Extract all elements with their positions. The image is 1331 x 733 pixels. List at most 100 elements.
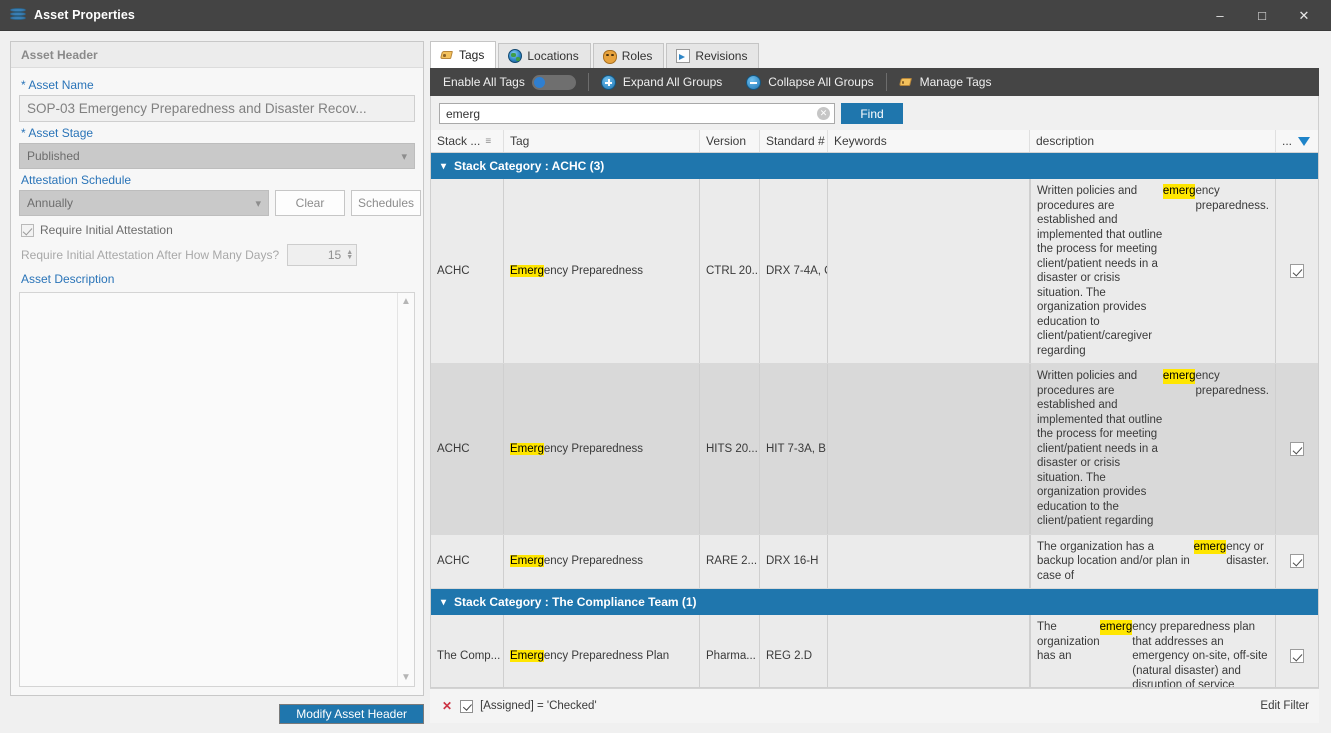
table-row[interactable]: ACHC Emerg ency Preparedness HITS 20... HIT …	[431, 364, 1318, 535]
tab-roles[interactable]: Roles	[592, 43, 665, 68]
cell-assigned-checkbox[interactable]	[1276, 364, 1318, 534]
attestation-days-value: 15	[327, 248, 342, 262]
cell-tag: Emerg ency Preparedness	[504, 534, 700, 588]
asset-stage-label-text: Asset Stage	[28, 126, 94, 140]
chevron-down-icon[interactable]: ▾	[441, 597, 446, 608]
schedules-button[interactable]: Schedules	[351, 190, 421, 216]
filter-icon[interactable]	[1298, 136, 1310, 146]
filter-expression: [Assigned] = 'Checked'	[480, 700, 597, 712]
chevron-down-icon[interactable]: ▾	[441, 161, 446, 172]
tags-grid: Stack ... ≡ Tag Version Standard # Keywo…	[430, 130, 1319, 688]
scroll-down-icon[interactable]: ▼	[401, 672, 411, 683]
grid-header-row: Stack ... ≡ Tag Version Standard # Keywo…	[431, 130, 1318, 153]
asset-header-groupbox: Asset Header * Asset Name SOP-03 Emergen…	[10, 41, 424, 696]
cell-keywords	[828, 364, 1030, 534]
cell-assigned-checkbox[interactable]	[1276, 615, 1318, 687]
column-header-assigned[interactable]: ...	[1276, 130, 1318, 152]
attestation-days-row: Require Initial Attestation After How Ma…	[19, 240, 415, 268]
column-header-stack[interactable]: Stack ... ≡	[431, 130, 504, 152]
collapse-all-groups-button[interactable]: Collapse All Groups	[734, 68, 885, 96]
mask-icon	[602, 49, 617, 64]
enable-all-tags-toggle[interactable]: Enable All Tags	[431, 68, 588, 96]
tab-tags[interactable]: Tags	[430, 41, 497, 68]
chevron-down-icon: ▾	[255, 197, 261, 210]
find-button[interactable]: Find	[841, 103, 903, 124]
tab-locations[interactable]: Locations	[498, 43, 591, 68]
asset-description-scrollbar[interactable]: ▲ ▼	[397, 293, 414, 686]
tab-revisions[interactable]: Revisions	[666, 43, 760, 68]
cell-assigned-checkbox[interactable]	[1276, 179, 1318, 363]
stepper-arrows-icon[interactable]: ▲ ▼	[346, 249, 353, 261]
column-header-keywords[interactable]: Keywords	[828, 130, 1030, 152]
attestation-schedule-label: Attestation Schedule	[21, 173, 132, 187]
manage-tags-button[interactable]: Manage Tags	[887, 68, 1004, 96]
expand-all-groups-label: Expand All Groups	[622, 75, 723, 89]
plus-circle-icon	[600, 74, 616, 90]
asset-name-input[interactable]: SOP-03 Emergency Preparedness and Disast…	[19, 95, 415, 122]
asset-stage-label: * Asset Stage	[19, 122, 415, 143]
group-header[interactable]: ▾ Stack Category : ACHC (3)	[431, 153, 1318, 179]
filter-enabled-checkbox[interactable]	[460, 699, 474, 713]
checkbox-icon[interactable]	[1290, 441, 1304, 456]
search-highlight: Emerg	[510, 442, 544, 455]
cell-standard: HIT 7-3A, B	[760, 364, 828, 534]
cell-standard: REG 2.D	[760, 615, 828, 687]
group-header[interactable]: ▾ Stack Category : The Compliance Team (1…	[431, 589, 1318, 615]
collapse-all-groups-label: Collapse All Groups	[768, 75, 874, 89]
checkbox-icon	[21, 223, 34, 237]
search-input-value[interactable]: emerg	[446, 107, 817, 121]
scroll-up-icon[interactable]: ▲	[401, 296, 411, 307]
cell-keywords	[828, 179, 1030, 363]
table-row[interactable]: ACHC Emerg ency Preparedness RARE 2... DRX 1…	[431, 534, 1318, 589]
asset-description-textarea[interactable]: ▲ ▼	[19, 292, 415, 687]
require-initial-attestation-label: Require Initial Attestation	[40, 223, 173, 237]
revision-icon	[676, 49, 691, 63]
enable-all-tags-label: Enable All Tags	[443, 75, 525, 89]
cell-stack: ACHC	[431, 179, 504, 363]
cell-keywords	[828, 615, 1030, 687]
group-header-label: Stack Category : ACHC (3)	[454, 159, 605, 173]
search-highlight: Emerg	[510, 555, 544, 568]
minimize-button[interactable]: –	[1199, 0, 1241, 30]
asset-description-value[interactable]	[20, 293, 397, 686]
column-header-tag[interactable]: Tag	[504, 130, 700, 152]
checkbox-icon[interactable]	[1290, 554, 1304, 569]
table-row[interactable]: The Comp... Emerg ency Preparedness Plan Ph…	[431, 615, 1318, 687]
tags-toolbar: Enable All Tags Expand All Groups Collap…	[430, 68, 1319, 96]
checkbox-icon[interactable]	[1290, 649, 1304, 664]
remove-filter-icon[interactable]: ✕	[442, 699, 452, 713]
maximize-button[interactable]: □	[1241, 0, 1283, 30]
edit-filter-link[interactable]: Edit Filter	[1260, 700, 1309, 712]
toggle-switch-icon[interactable]	[531, 74, 576, 90]
cell-assigned-checkbox[interactable]	[1276, 535, 1318, 589]
attestation-schedule-select[interactable]: Annually ▾	[19, 190, 269, 216]
attestation-days-stepper[interactable]: 15 ▲ ▼	[287, 244, 358, 266]
asset-name-label-text: Asset Name	[28, 78, 94, 92]
asset-stage-select[interactable]: Published ▾	[19, 143, 415, 169]
asset-name-required-mark: *	[21, 78, 26, 92]
sort-icon[interactable]: ≡	[485, 136, 491, 147]
expand-all-groups-button[interactable]: Expand All Groups	[589, 68, 734, 96]
checkbox-icon[interactable]	[1290, 264, 1304, 278]
attestation-schedule-value: Annually	[27, 196, 74, 210]
column-header-standard[interactable]: Standard #	[760, 130, 828, 152]
tab-roles-label: Roles	[621, 49, 653, 63]
column-header-description[interactable]: description	[1030, 130, 1276, 152]
close-button[interactable]: ✕	[1283, 0, 1325, 30]
column-header-version[interactable]: Version	[700, 130, 760, 152]
search-input[interactable]: emerg ✕	[439, 103, 835, 124]
modify-asset-header-button[interactable]: Modify Asset Header	[279, 704, 424, 724]
asset-stage-value: Published	[27, 149, 80, 163]
cell-version: RARE 2...	[700, 534, 760, 588]
require-initial-attestation-checkbox[interactable]: Require Initial Attestation	[19, 216, 415, 240]
clear-button[interactable]: Clear	[275, 190, 345, 216]
asset-description-label: Asset Description	[21, 272, 115, 286]
cell-description: The organization has a backup location a…	[1030, 534, 1276, 588]
cell-stack: ACHC	[431, 534, 504, 588]
column-header-stack-label: Stack ...	[437, 134, 481, 148]
clear-search-icon[interactable]: ✕	[817, 107, 830, 120]
database-stack-icon	[10, 7, 26, 23]
globe-icon	[508, 49, 523, 63]
table-row[interactable]: ACHC Emerg ency Preparedness CTRL 20... DRX …	[431, 179, 1318, 364]
cell-tag: Emerg ency Preparedness	[504, 364, 700, 534]
